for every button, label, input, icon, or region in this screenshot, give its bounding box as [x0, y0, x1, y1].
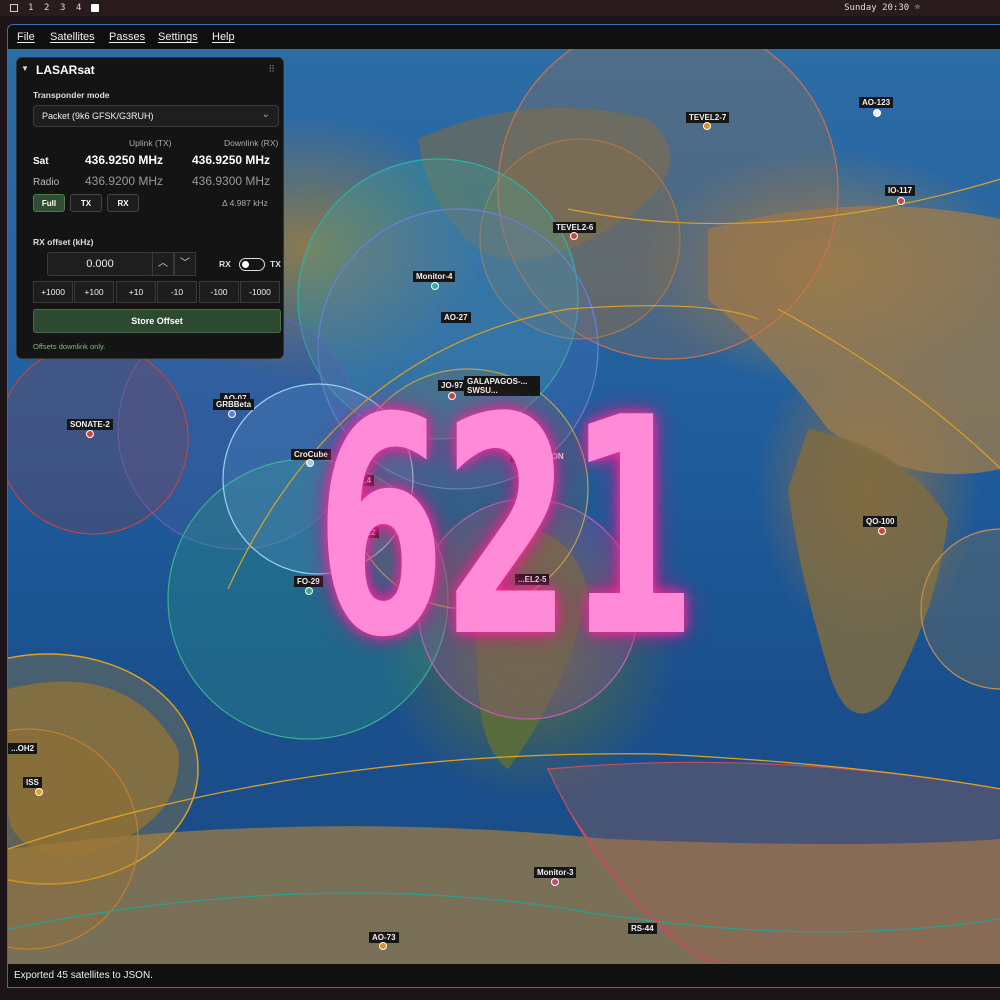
chevron-down-icon[interactable]: ﹀: [174, 252, 196, 276]
sat-label-io-117[interactable]: IO-117: [885, 185, 916, 196]
rx-tx-toggle[interactable]: [239, 258, 265, 271]
transponder-mode-value: Packet (9k6 GFSK/G3RUH): [42, 111, 154, 121]
mode-full-button[interactable]: Full: [33, 194, 65, 212]
sat-label-qo-100[interactable]: QO-100: [863, 516, 898, 527]
satellite-marker[interactable]: [570, 232, 578, 240]
sat-downlink-freq: 436.9250 MHz: [192, 153, 271, 167]
chevron-down-icon: ⌄: [261, 109, 270, 120]
collapse-icon[interactable]: ▼: [21, 64, 29, 73]
sat-label-monitor-3[interactable]: Monitor-3: [534, 867, 577, 878]
system-bar: 1 2 3 4 Sunday 20:30 ☼: [0, 0, 1000, 16]
workspace-4[interactable]: 4: [76, 3, 81, 13]
status-bar: Exported 45 satellites to JSON.: [8, 964, 1000, 987]
sat-label-jo-97[interactable]: JO-97: [438, 380, 467, 391]
app-window: File Satellites Passes Settings Help AO-…: [7, 24, 1000, 988]
increment-minus-1000[interactable]: -1000: [240, 281, 280, 303]
sat-label-partial-4[interactable]: ...4: [357, 475, 375, 486]
satellite-marker[interactable]: [551, 878, 559, 886]
workspace-2[interactable]: 2: [44, 3, 49, 13]
satellite-marker[interactable]: [86, 430, 94, 438]
satellite-marker[interactable]: [306, 459, 314, 467]
increment-minus-100[interactable]: -100: [199, 281, 239, 303]
radio-downlink-freq: 436.9300 MHz: [192, 174, 271, 188]
sat-row-label: Sat: [33, 156, 49, 167]
satellite-marker[interactable]: [873, 109, 881, 117]
menu-help[interactable]: Help: [212, 31, 235, 43]
drag-handle-icon[interactable]: ⠿: [268, 64, 275, 75]
sat-uplink-freq: 436.9250 MHz: [85, 153, 164, 167]
chevron-up-icon[interactable]: ︿: [152, 252, 174, 276]
workspace-active[interactable]: [91, 4, 99, 12]
satellite-marker[interactable]: [703, 122, 711, 130]
menu-bar: File Satellites Passes Settings Help: [8, 25, 1000, 49]
toggle-tx-label: TX: [270, 259, 281, 269]
sat-label-partial-22[interactable]: ...22: [357, 527, 379, 538]
radio-row-label: Radio: [33, 177, 60, 188]
satellite-marker[interactable]: [379, 942, 387, 950]
satellite-marker[interactable]: [448, 392, 456, 400]
satellite-marker[interactable]: [305, 587, 313, 595]
sat-label-tevel2-5[interactable]: ...EL2-5: [515, 574, 550, 585]
workspace-3[interactable]: 3: [60, 3, 65, 13]
radio-uplink-freq: 436.9200 MHz: [85, 174, 164, 188]
clock: Sunday 20:30 ☼: [844, 3, 920, 13]
rx-offset-input[interactable]: 0.000: [47, 252, 153, 276]
sat-label-oh2[interactable]: ...OH2: [8, 743, 38, 754]
delta-readout: Δ 4.987 kHz: [222, 198, 268, 208]
store-offset-button[interactable]: Store Offset: [33, 309, 281, 333]
downlink-header: Downlink (RX): [224, 138, 279, 148]
satellite-marker[interactable]: [228, 410, 236, 418]
menu-satellites[interactable]: Satellites: [50, 31, 95, 43]
sat-label-ao-123[interactable]: AO-123: [859, 97, 894, 108]
transponder-mode-label: Transponder mode: [33, 90, 110, 100]
sat-label-ao-27[interactable]: AO-27: [441, 312, 471, 323]
satellite-marker[interactable]: [35, 788, 43, 796]
toggle-rx-label: RX: [219, 259, 231, 269]
layout-icon[interactable]: [10, 4, 18, 12]
sat-label-monitor-4[interactable]: Monitor-4: [413, 271, 456, 282]
transponder-mode-select[interactable]: Packet (9k6 GFSK/G3RUH) ⌄: [33, 105, 279, 127]
panel-title: LASARsat: [36, 63, 95, 77]
menu-passes[interactable]: Passes: [109, 31, 145, 43]
mode-rx-button[interactable]: RX: [107, 194, 139, 212]
sat-label-sonate-2[interactable]: SONATE-2: [67, 419, 113, 430]
increment-plus-10[interactable]: +10: [116, 281, 156, 303]
sat-label-grbbeta[interactable]: GRBBeta: [213, 399, 255, 410]
mode-tx-button[interactable]: TX: [70, 194, 102, 212]
menu-settings[interactable]: Settings: [158, 31, 198, 43]
increment-plus-1000[interactable]: +1000: [33, 281, 73, 303]
satellite-marker[interactable]: [431, 282, 439, 290]
satellite-marker[interactable]: [878, 527, 886, 535]
menu-file[interactable]: File: [17, 31, 35, 43]
sat-label-fo-29[interactable]: FO-29: [294, 576, 323, 587]
uplink-header: Uplink (TX): [129, 138, 172, 148]
transponder-panel: ▼ LASARsat ⠿ Transponder mode Packet (9k…: [16, 57, 284, 359]
sat-label-rs-44[interactable]: RS-44: [628, 923, 657, 934]
rx-offset-label: RX offset (kHz): [33, 237, 94, 247]
sat-label-cube[interactable]: ...CUBE-...ON: [510, 451, 564, 462]
sat-label-iss[interactable]: ISS: [23, 777, 42, 788]
workspace-1[interactable]: 1: [28, 3, 33, 13]
increment-minus-10[interactable]: -10: [157, 281, 197, 303]
sat-label-galapagos[interactable]: GALAPAGOS-... SWSU...: [464, 376, 540, 396]
satellite-marker[interactable]: [897, 197, 905, 205]
increment-plus-100[interactable]: +100: [74, 281, 114, 303]
offset-hint: Offsets downlink only.: [33, 342, 106, 351]
toggle-knob: [242, 260, 249, 268]
